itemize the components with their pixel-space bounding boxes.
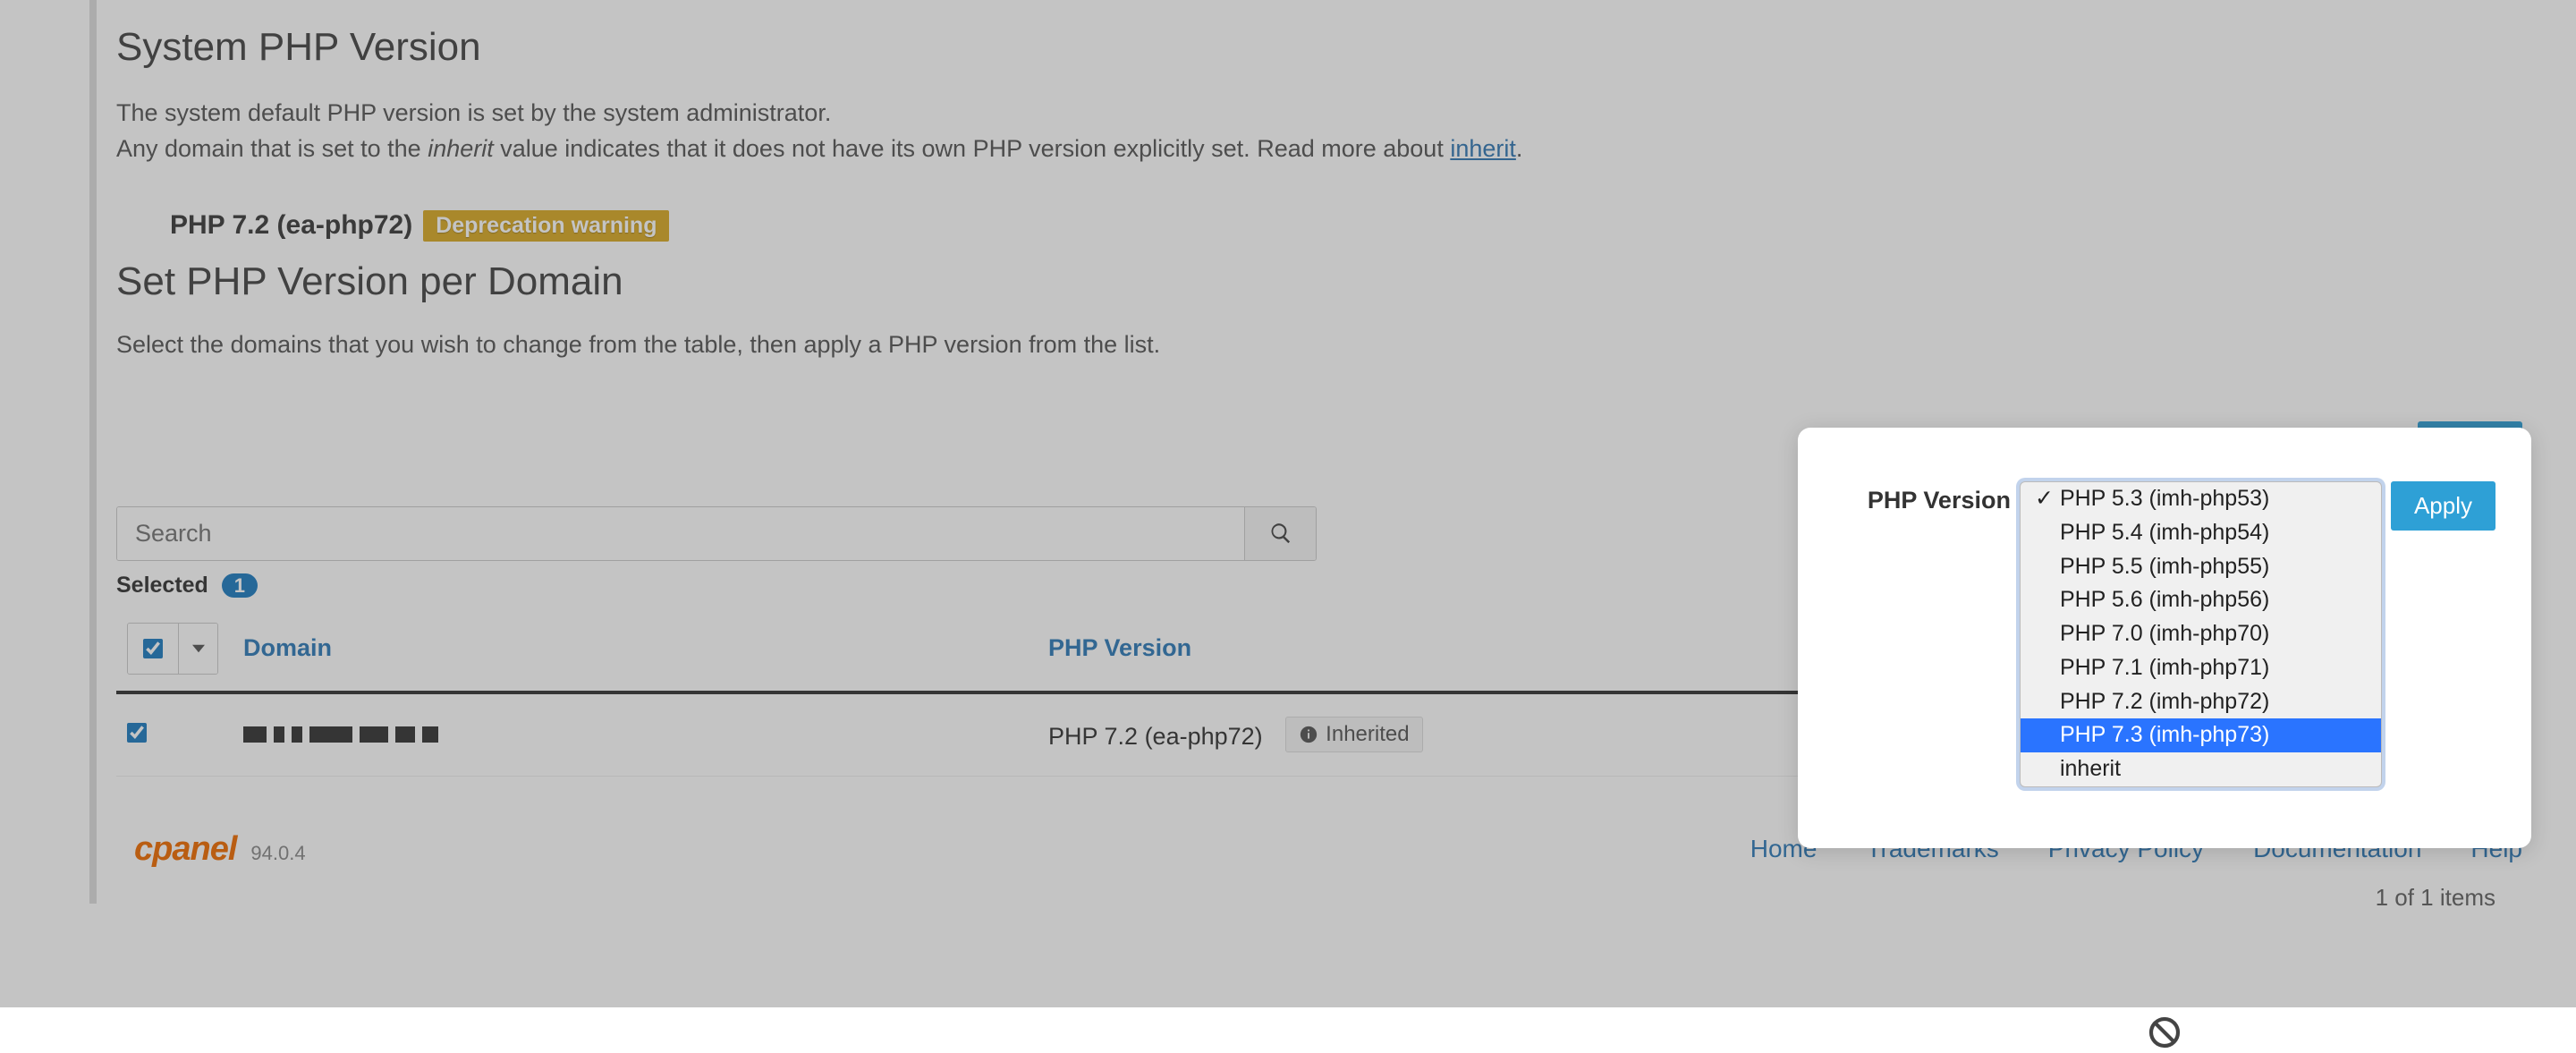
system-php-version-row: PHP 7.2 (ea-php72) Deprecation warning: [170, 210, 2522, 242]
items-count-hl: 1 of 1 items: [1834, 884, 2496, 912]
tour-highlight-content: PHP Version PHP 5.3 (imh-php53)PHP 5.4 (…: [1798, 428, 2531, 848]
cell-domain: [233, 692, 1038, 777]
system-php-heading: System PHP Version: [116, 25, 2522, 70]
php-version-picker-label-hl: PHP Version: [1868, 487, 2011, 514]
inherit-link[interactable]: inherit: [1450, 135, 1516, 162]
footer-left: cPanel 94.0.4: [134, 830, 306, 869]
desc2-pre: Any domain that is set to the: [116, 135, 428, 162]
dropdown-option[interactable]: PHP 7.3 (imh-php73): [2021, 718, 2381, 752]
selected-indicator: Selected 1: [116, 573, 258, 599]
desc2-post: .: [1516, 135, 1523, 162]
dropdown-option[interactable]: PHP 5.6 (imh-php56): [2021, 583, 2381, 617]
desc2-mid: value indicates that it does not have it…: [494, 135, 1451, 162]
desc2-inherit-em: inherit: [428, 135, 494, 162]
prohibit-icon: [2147, 1015, 2182, 1050]
cpanel-version: 94.0.4: [250, 842, 305, 865]
dropdown-option[interactable]: PHP 5.3 (imh-php53): [2021, 482, 2381, 516]
select-all-dropdown[interactable]: [178, 624, 217, 674]
dropdown-option[interactable]: PHP 7.2 (imh-php72): [2021, 685, 2381, 719]
system-php-desc-1: The system default PHP version is set by…: [116, 97, 2522, 129]
dropdown-option[interactable]: PHP 7.1 (imh-php71): [2021, 651, 2381, 685]
dropdown-option[interactable]: PHP 5.4 (imh-php54): [2021, 516, 2381, 550]
per-domain-heading: Set PHP Version per Domain: [116, 259, 2522, 304]
dropdown-option[interactable]: inherit: [2021, 752, 2381, 786]
search-button[interactable]: [1244, 507, 1316, 560]
redacted-domain: [243, 726, 438, 743]
selected-label: Selected: [116, 573, 208, 598]
system-php-version: PHP 7.2 (ea-php72): [170, 210, 412, 241]
apply-button-hl[interactable]: Apply: [2391, 481, 2496, 531]
deprecation-warning-badge: Deprecation warning: [423, 210, 669, 242]
search-icon: [1269, 522, 1292, 545]
inherited-label: Inherited: [1326, 722, 1409, 747]
col-domain[interactable]: Domain: [233, 607, 1038, 692]
selected-count-badge: 1: [222, 573, 258, 598]
select-all-checkbox[interactable]: [143, 639, 163, 658]
php-version-dropdown[interactable]: PHP 5.3 (imh-php53)PHP 5.4 (imh-php54)PH…: [2020, 481, 2382, 787]
left-border-stripe: [89, 0, 97, 904]
info-icon: [1299, 725, 1318, 744]
row-checkbox[interactable]: [127, 723, 147, 743]
system-php-desc-2: Any domain that is set to the inherit va…: [116, 132, 2522, 165]
per-domain-instructions: Select the domains that you wish to chan…: [116, 331, 2522, 359]
col-select: [116, 607, 233, 692]
chevron-down-icon: [192, 642, 205, 655]
search-input[interactable]: [117, 507, 1244, 560]
row-php-version: PHP 7.2 (ea-php72): [1048, 723, 1263, 750]
inherited-badge: Inherited: [1285, 717, 1422, 752]
search-group: [116, 506, 1317, 561]
dropdown-option[interactable]: PHP 7.0 (imh-php70): [2021, 617, 2381, 651]
dropdown-option[interactable]: PHP 5.5 (imh-php55): [2021, 550, 2381, 584]
cpanel-logo: cPanel: [134, 830, 236, 869]
prohibit-hl: [1834, 1015, 2496, 1053]
